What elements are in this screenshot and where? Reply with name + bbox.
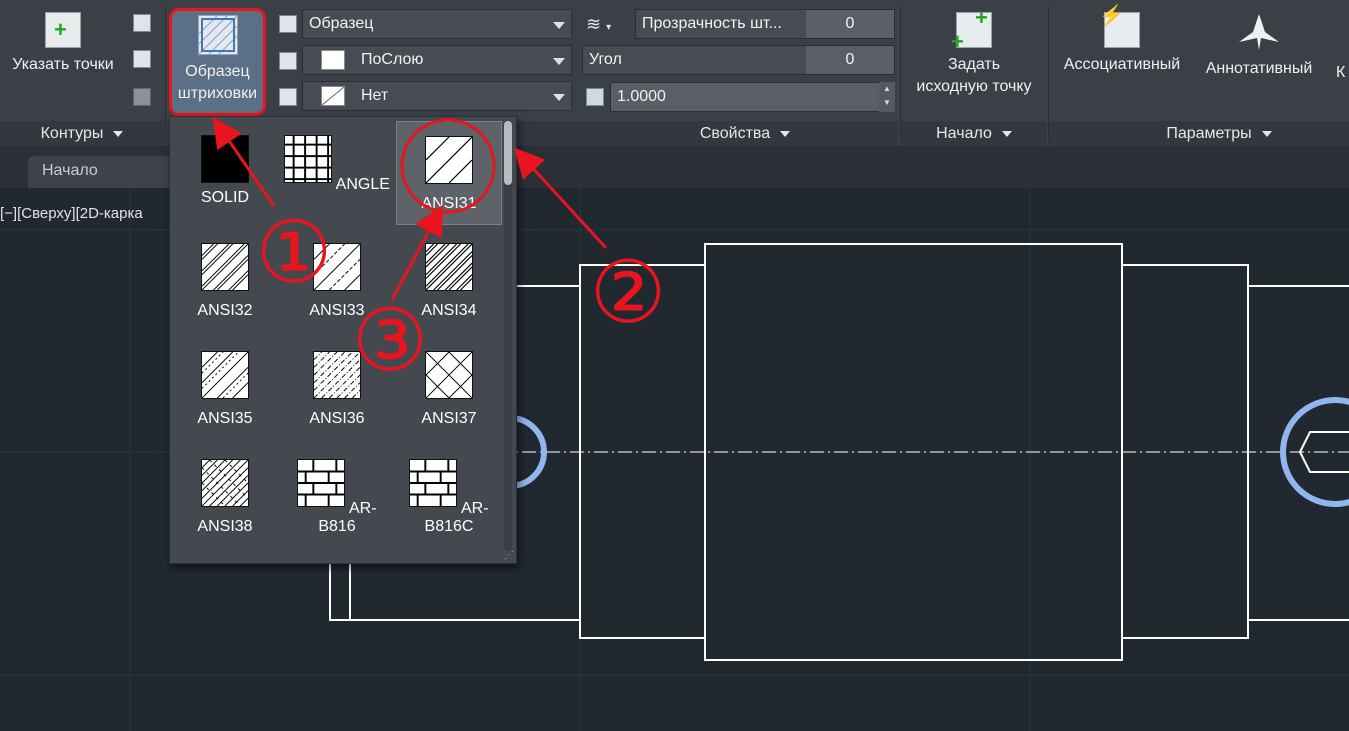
pattern-ansi33[interactable]: ANSI33: [284, 229, 390, 333]
scale-field[interactable]: 1.0000: [610, 82, 880, 112]
chevron-down-icon: [113, 130, 124, 137]
pattern-angle[interactable]: ANGLE: [284, 121, 390, 225]
pattern-solid[interactable]: SOLID: [172, 121, 278, 225]
panel-options-title[interactable]: Параметры: [1049, 121, 1349, 146]
chevron-down-icon: [553, 94, 565, 101]
gallery-scrollbar[interactable]: [504, 121, 512, 551]
remove-boundary-icon[interactable]: [133, 50, 151, 68]
chevron-down-icon: [553, 58, 565, 65]
pattern-swatch: [201, 351, 249, 399]
recreate-boundary-icon[interactable]: [133, 88, 151, 106]
pattern-swatch: [425, 136, 473, 184]
hatch-pattern-label-2: штриховки: [177, 85, 258, 102]
pattern-ansi32[interactable]: ANSI32: [172, 229, 278, 333]
panel-boundaries-title[interactable]: Контуры: [0, 121, 164, 146]
pattern-ar-b816c[interactable]: AR-B816C: [396, 445, 502, 549]
hatch-pattern-gallery: SOLID ANGLE ANSI31 ANSI32 ANSI33 ANSI34 …: [169, 116, 517, 564]
pattern-ansi37[interactable]: ANSI37: [396, 337, 502, 441]
pattern-swatch: [425, 243, 473, 291]
pattern-swatch: [201, 135, 249, 183]
color-swatch: [321, 50, 345, 70]
pattern-ansi38[interactable]: ANSI38: [172, 445, 278, 549]
pattern-ansi34[interactable]: ANSI34: [396, 229, 502, 333]
pattern-ansi36[interactable]: ANSI36: [284, 337, 390, 441]
divider: [165, 6, 166, 142]
no-color-swatch: [321, 86, 345, 106]
hatch-type-icon: [279, 15, 297, 33]
chevron-down-icon: [553, 22, 565, 29]
hatch-pattern-icon: [197, 15, 238, 55]
pattern-swatch: [409, 459, 458, 507]
pattern-swatch: [313, 243, 361, 291]
chevron-down-icon: [780, 130, 791, 137]
cut-button[interactable]: К: [1336, 62, 1349, 84]
pattern-swatch: [297, 459, 346, 507]
transparency-field[interactable]: Прозрачность шт... 0: [635, 9, 895, 39]
hatch-color-icon: [279, 52, 297, 70]
pattern-ansi31[interactable]: ANSI31: [396, 121, 502, 225]
background-color-combo[interactable]: Нет: [302, 81, 572, 111]
annotative-button[interactable]: Аннотативный: [1194, 12, 1324, 80]
chevron-down-icon: [1261, 130, 1272, 137]
scale-icon: [586, 88, 604, 106]
set-origin-icon: + +: [951, 7, 992, 53]
viewport-controls[interactable]: [−][Сверху][2D-карка: [0, 205, 143, 222]
hatch-type-combo[interactable]: Образец: [302, 9, 572, 39]
pattern-swatch: [313, 351, 361, 399]
background-color-icon: [279, 88, 297, 106]
pattern-swatch: [425, 351, 473, 399]
pattern-ansi35[interactable]: ANSI35: [172, 337, 278, 441]
pattern-ar-b816[interactable]: AR-B816: [284, 445, 390, 549]
associative-icon: ⚡: [1099, 5, 1140, 48]
set-origin-button[interactable]: + + Задать исходную точку: [906, 7, 1042, 98]
hatch-pattern-label-1: Образец: [185, 63, 250, 80]
panel-origin-title[interactable]: Начало: [901, 121, 1047, 146]
select-objects-icon[interactable]: [133, 14, 151, 32]
pattern-swatch: [201, 459, 249, 507]
pick-points-button[interactable]: + Указать точки: [4, 12, 122, 76]
associative-button[interactable]: ⚡ Ассоциативный: [1054, 5, 1190, 76]
tab-start[interactable]: Начало: [28, 156, 188, 188]
hatch-pattern-button[interactable]: Образец штриховки: [169, 8, 266, 116]
annotative-icon: [1239, 12, 1279, 52]
pattern-swatch: [201, 243, 249, 291]
pick-points-icon: +: [45, 12, 81, 48]
scrollbar-thumb[interactable]: [504, 121, 512, 185]
pick-points-label: Указать точки: [12, 56, 114, 73]
angle-field[interactable]: Угол 0: [582, 45, 895, 75]
hatch-color-combo[interactable]: ПоСлою: [302, 45, 572, 75]
chevron-down-icon: [1001, 130, 1012, 137]
scale-spinner[interactable]: ▲ ▼: [879, 82, 895, 112]
pattern-swatch: [284, 135, 333, 183]
resize-grip-icon[interactable]: ⋰: [504, 550, 514, 561]
layer-icon[interactable]: ≋ ▾: [586, 14, 620, 36]
